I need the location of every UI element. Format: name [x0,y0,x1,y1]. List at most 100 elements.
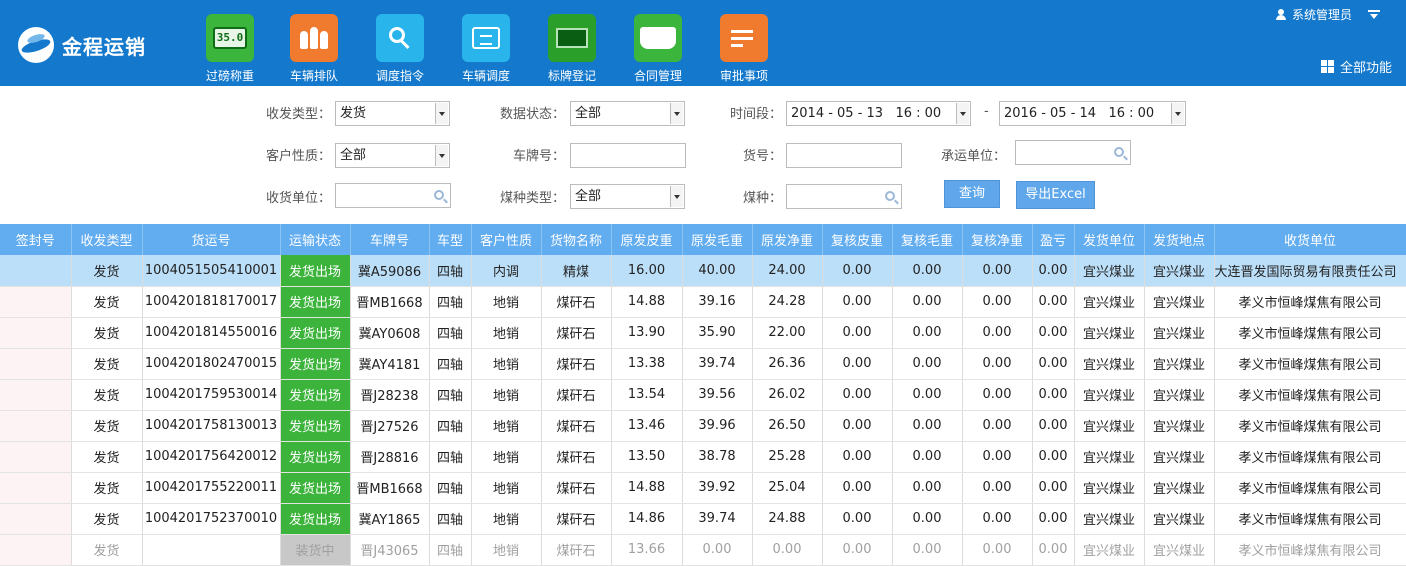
column-header[interactable]: 原发毛重 [682,224,753,255]
table-cell: 发货 [71,255,143,287]
table-cell [142,534,281,566]
table-cell [0,286,72,318]
column-header[interactable]: 货物名称 [541,224,612,255]
table-row[interactable]: 发货 1004201752370010 发货出场 冀AY1865 四轴 地销 煤矸石 14.8… [0,503,1406,535]
nav-approval[interactable]: 审批事项 [714,14,774,84]
table-cell: 发货 [71,534,143,566]
column-header[interactable]: 车牌号 [350,224,430,255]
column-header[interactable]: 复核毛重 [892,224,963,255]
app-logo[interactable]: 金程运销 [18,26,168,64]
column-header[interactable]: 复核皮重 [822,224,893,255]
table-row[interactable]: 发货 1004201818170017 发货出场 晋MB1668 四轴 地销 煤矸石 14.8… [0,286,1406,318]
table-row[interactable]: 发货 1004201758130013 发货出场 晋J27526 四轴 地销 煤矸石 13.4… [0,410,1406,442]
data-status-select[interactable]: 全部 [570,101,685,126]
table-row[interactable]: 发货 1004201814550016 发货出场 冀AY0608 四轴 地销 煤矸石 13.9… [0,317,1406,349]
table-cell: 0.00 [752,534,823,566]
column-header[interactable]: 客户性质 [471,224,542,255]
plate-input[interactable] [570,143,686,168]
column-header[interactable]: 收货单位 [1214,224,1406,255]
nav-vehicle-queue[interactable]: 车辆排队 [284,14,344,84]
search-icon[interactable] [434,190,444,200]
table-cell: 孝义市恒峰煤焦有限公司 [1214,410,1406,442]
period-start-picker[interactable]: 2014 - 05 - 13 16 : 00 [786,101,971,126]
table-cell [0,441,72,473]
table-cell: 39.16 [682,286,753,318]
table-cell: 39.74 [682,348,753,380]
table-cell: 宜兴煤业 [1144,410,1215,442]
carrier-input[interactable] [1015,140,1131,165]
table-cell: 四轴 [429,534,472,566]
period-end-picker[interactable]: 2016 - 05 - 14 16 : 00 [999,101,1186,126]
column-header[interactable]: 原发皮重 [611,224,683,255]
table-cell: 四轴 [429,410,472,442]
search-icon[interactable] [1114,147,1124,157]
table-row[interactable]: 发货 1004201755220011 发货出场 晋MB1668 四轴 地销 煤矸石 14.8… [0,472,1406,504]
table-row[interactable]: 发货 1004201759530014 发货出场 晋J28238 四轴 地销 煤矸石 13.5… [0,379,1406,411]
checklist-icon [720,14,768,62]
table-cell: 孝义市恒峰煤焦有限公司 [1214,379,1406,411]
carrier-label: 承运单位： [940,149,1006,164]
column-header[interactable]: 盈亏 [1032,224,1075,255]
search-icon[interactable] [885,191,895,201]
table-cell: 内调 [471,255,542,287]
table-cell [0,410,72,442]
table-cell: 煤矸石 [541,348,612,380]
column-header[interactable]: 货运号 [142,224,281,255]
customer-type-select[interactable]: 全部 [335,143,450,168]
nav-contract[interactable]: 合同管理 [628,14,688,84]
coal-type-select[interactable]: 全部 [570,184,685,209]
table-row[interactable]: 发货 1004201802470015 发货出场 冀AY4181 四轴 地销 煤矸石 13.3… [0,348,1406,380]
all-functions-button[interactable]: 全部功能 [1320,57,1392,76]
cargo-no-input[interactable] [786,143,902,168]
table-row[interactable]: 发货 装货中 晋J43065 四轴 地销 煤矸石 13.66 0.00 0.00 0.00 0.00… [0,534,1406,566]
table-cell: 0.00 [822,441,893,473]
nav-weighing[interactable]: 35.0 过磅称重 [200,14,260,84]
type-select[interactable]: 发货 [335,101,450,126]
column-header[interactable]: 发货单位 [1074,224,1145,255]
nav-vehicle-dispatch[interactable]: 车辆调度 [456,14,516,84]
column-header[interactable]: 原发净重 [752,224,823,255]
query-button[interactable]: 查询 [944,180,1000,208]
table-cell: 宜兴煤业 [1144,255,1215,287]
table-row[interactable]: 发货 1004051505410001 发货出场 冀A59086 四轴 内调 精煤 16.00… [0,255,1406,287]
status-badge: 装货中 [280,534,351,566]
table-cell: 宜兴煤业 [1144,379,1215,411]
column-header[interactable]: 签封号 [0,224,72,255]
table-cell: 0.00 [962,379,1033,411]
column-header[interactable]: 收发类型 [71,224,143,255]
table-row[interactable]: 发货 1004201756420012 发货出场 晋J28816 四轴 地销 煤矸石 13.5… [0,441,1406,473]
table-cell: 晋J28816 [350,441,430,473]
table-cell: 四轴 [429,348,472,380]
table-cell: 宜兴煤业 [1144,348,1215,380]
table-cell: 13.90 [611,317,683,349]
nav-dispatch-order[interactable]: 调度指令 [370,14,430,84]
coal-input[interactable] [786,184,902,209]
export-excel-button[interactable]: 导出Excel [1016,181,1095,209]
table-cell: 24.28 [752,286,823,318]
period-separator: - [984,104,989,119]
status-badge: 发货出场 [280,317,351,349]
data-status-label: 数据状态： [499,107,565,122]
table-cell: 1004201756420012 [142,441,281,473]
column-header[interactable]: 复核净重 [962,224,1033,255]
table-cell: 地销 [471,317,542,349]
table-cell: 25.28 [752,441,823,473]
table-cell: 0.00 [822,410,893,442]
receiver-input[interactable] [335,183,451,208]
table-cell: 0.00 [892,255,963,287]
nav-board-register[interactable]: 标牌登记 [542,14,602,84]
user-menu[interactable]: 系统管理员 [1275,6,1380,23]
table-cell [0,472,72,504]
table-cell [0,503,72,535]
table-cell: 0.00 [962,410,1033,442]
column-header[interactable]: 发货地点 [1144,224,1215,255]
table-cell: 16.00 [611,255,683,287]
dropdown-icon[interactable] [1368,9,1380,20]
column-header[interactable]: 运输状态 [280,224,351,255]
nav-label: 车辆调度 [461,69,510,83]
table-cell: 39.96 [682,410,753,442]
column-header[interactable]: 车型 [429,224,472,255]
table-cell: 四轴 [429,379,472,411]
table-cell: 0.00 [822,534,893,566]
table-cell: 宜兴煤业 [1074,534,1145,566]
